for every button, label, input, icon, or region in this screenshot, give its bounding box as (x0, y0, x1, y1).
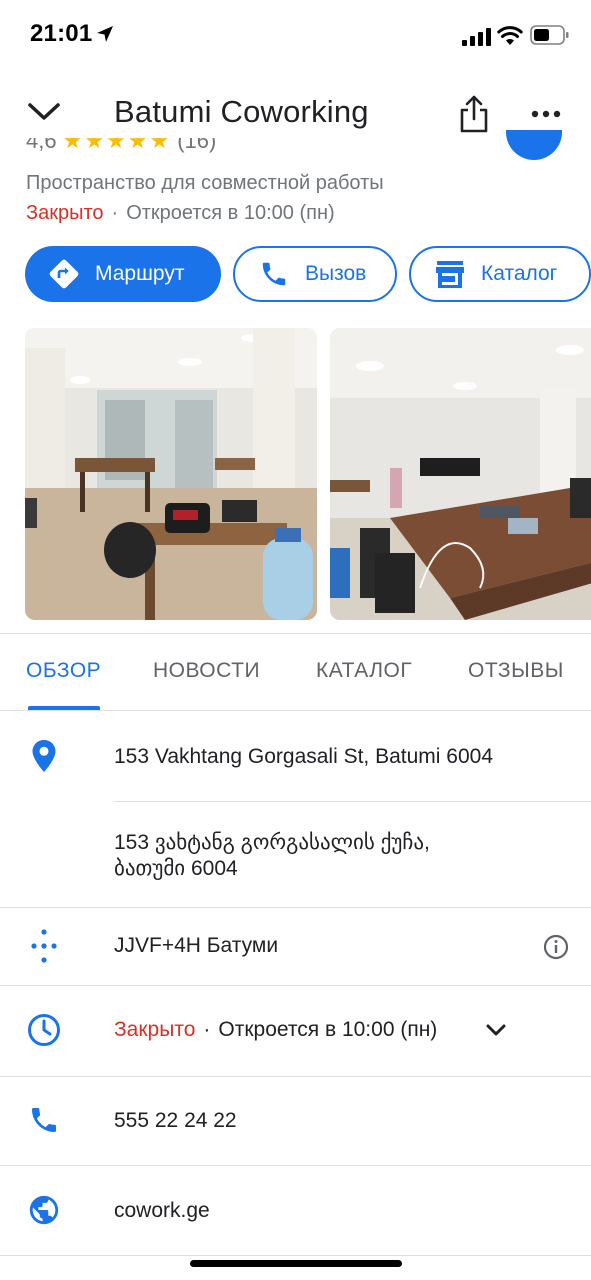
plus-code[interactable]: JJVF+4H Батуми (114, 934, 278, 958)
globe-icon (26, 1192, 62, 1228)
collapse-button[interactable] (22, 90, 66, 134)
call-label: Вызов (305, 262, 367, 285)
tabs-bottom-divider (0, 710, 591, 711)
chevron-down-icon (28, 103, 60, 120)
place-logo (506, 130, 562, 162)
catalog-button[interactable]: Каталог (409, 246, 591, 302)
place-photo[interactable] (25, 328, 317, 620)
divider (0, 985, 591, 986)
hours-summary: Закрыто · Откроется в 10:00 (пн) (26, 202, 335, 224)
more-icon (531, 110, 561, 118)
battery-icon (530, 25, 570, 50)
rating-stars: ★★★★★ (62, 138, 172, 153)
address-local-line2[interactable]: ბათუმი 6004 (114, 856, 238, 881)
place-title: Batumi Coworking (114, 94, 369, 129)
phone-icon (257, 257, 291, 291)
info-icon[interactable] (540, 931, 572, 963)
tab-news[interactable]: НОВОСТИ (153, 659, 260, 683)
call-button[interactable]: Вызов (233, 246, 397, 302)
place-category: Пространство для совместной работы (26, 172, 384, 194)
home-indicator[interactable] (190, 1260, 402, 1267)
review-count: (16) (177, 138, 217, 153)
plus-code-icon (26, 928, 62, 964)
opens-time: Откроется в 10:00 (пн) (126, 202, 335, 224)
phone-icon (26, 1102, 62, 1138)
directions-button[interactable]: Маршрут (25, 246, 221, 302)
catalog-label: Каталог (481, 262, 558, 285)
divider (0, 1076, 591, 1077)
divider (0, 1255, 591, 1256)
phone-number[interactable]: 555 22 24 22 (114, 1109, 237, 1133)
chevron-down-icon[interactable] (484, 1020, 508, 1040)
share-icon (460, 95, 488, 133)
address-latin[interactable]: 153 Vakhtang Gorgasali St, Batumi 6004 (114, 745, 493, 769)
rating-row[interactable]: 4,6 ★★★★★ (16) (26, 138, 326, 163)
share-button[interactable] (452, 92, 496, 136)
hours-closed-status: Закрыто (114, 1018, 196, 1041)
tab-catalog[interactable]: КАТАЛОГ (316, 659, 412, 683)
wifi-icon (497, 24, 523, 51)
closed-status: Закрыто (26, 202, 104, 224)
divider (0, 1165, 591, 1166)
hours-opens: Откроется в 10:00 (пн) (218, 1018, 438, 1041)
address-local-line1[interactable]: 153 ვახტანგ გორგასალის ქუჩა, (114, 830, 430, 855)
tab-reviews[interactable]: ОТЗЫВЫ (468, 659, 564, 683)
hours-row[interactable]: Закрыто · Откроется в 10:00 (пн) (114, 1018, 437, 1042)
store-icon (433, 257, 467, 291)
place-photo[interactable] (330, 328, 591, 620)
rating-value: 4,6 (26, 138, 57, 153)
tab-overview[interactable]: ОБЗОР (26, 659, 101, 683)
website-link[interactable]: cowork.ge (114, 1199, 210, 1223)
divider (0, 907, 591, 908)
signal-icon (462, 28, 492, 51)
directions-label: Маршрут (95, 262, 185, 285)
directions-icon (47, 257, 81, 291)
location-arrow-icon (95, 24, 115, 49)
status-time: 21:01 (30, 20, 93, 47)
divider (114, 801, 591, 802)
tabs-top-divider (0, 633, 591, 634)
clock-icon (26, 1012, 62, 1048)
pin-icon (26, 738, 62, 774)
